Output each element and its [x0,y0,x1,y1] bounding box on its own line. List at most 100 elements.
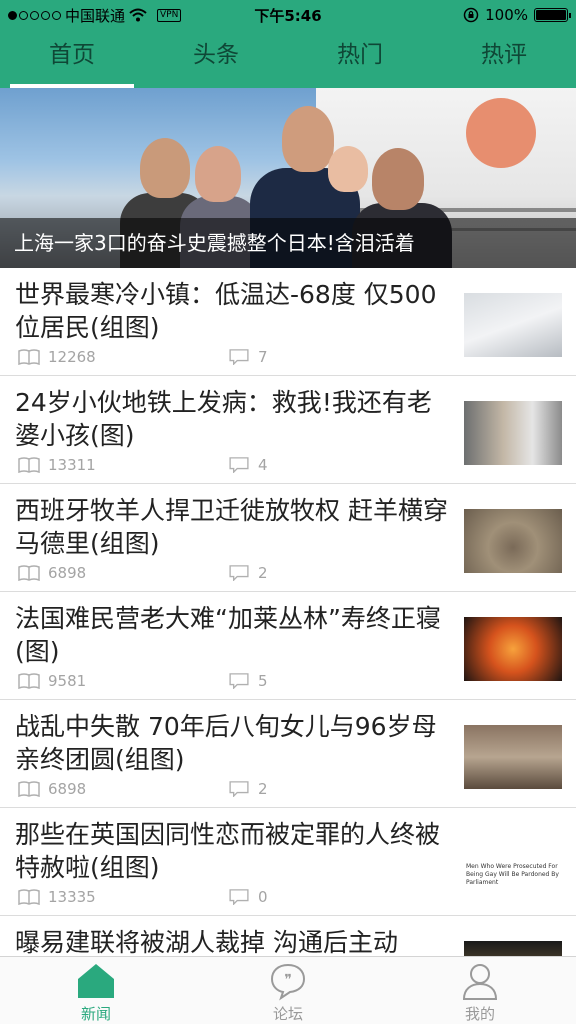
news-thumbnail: Men Who Were Prosecuted For Being Gay Wi… [464,833,562,897]
battery-icon [534,8,571,22]
comment-count: 5 [228,672,268,690]
news-title: 那些在英国因同性恋而被定罪的人终被特赦啦(组图) [15,820,441,882]
view-count: 12268 [18,348,228,366]
comment-count-value: 5 [258,672,268,690]
hero-person-head [328,146,368,192]
news-meta: 13335 0 [18,888,268,906]
list-item[interactable]: 西班牙牧羊人捍卫迁徙放牧权 赶羊横穿马德里(组图) 6898 2 [0,484,576,592]
hero-person-head [140,138,190,198]
news-meta: 9581 5 [18,672,268,690]
comment-count-value: 2 [258,564,268,582]
signal-strength-icon [8,10,61,20]
comment-count-value: 4 [258,456,268,474]
news-title: 24岁小伙地铁上发病：救我!我还有老婆小孩(图) [15,388,432,450]
news-title: 曝易建联将被湖人裁掉 沟通后主动 [15,928,398,956]
list-item[interactable]: 法国难民营老大难“加莱丛林”寿终正寝(图) 9581 5 [0,592,576,700]
list-item[interactable]: 世界最寒冷小镇：低温达-68度 仅500位居民(组图) 12268 7 [0,268,576,376]
view-count-value: 9581 [48,672,87,690]
top-tab-bar: 首页 头条 热门 热评 [0,30,576,88]
battery-percent: 100% [485,6,528,24]
vpn-badge: VPN [157,8,182,22]
nav-label: 新闻 [80,1005,111,1023]
news-title: 法国难民营老大难“加莱丛林”寿终正寝(图) [15,604,441,666]
book-icon [18,457,40,473]
nav-mine[interactable]: 我的 [384,957,576,1024]
comment-count-value: 7 [258,348,268,366]
comment-count: 0 [228,888,268,906]
svg-text:❞: ❞ [284,972,292,988]
list-item[interactable]: 那些在英国因同性恋而被定罪的人终被特赦啦(组图) 13335 0 Men Who… [0,808,576,916]
comment-count: 7 [228,348,268,366]
carrier-label: 中国联通 [65,6,126,25]
news-title: 西班牙牧羊人捍卫迁徙放牧权 赶羊横穿马德里(组图) [15,496,448,558]
tab-popular[interactable]: 热门 [288,30,432,88]
comment-count: 2 [228,780,268,798]
news-title: 世界最寒冷小镇：低温达-68度 仅500位居民(组图) [15,280,437,342]
comment-count: 4 [228,456,268,474]
news-title: 战乱中失散 70年后八旬女儿与96岁母亲终团圆(组图) [15,712,437,774]
person-icon [462,964,498,1000]
news-thumbnail [464,401,562,465]
book-icon [18,349,40,365]
status-bar: 中国联通 VPN 下午5:46 100% [0,0,576,30]
comment-icon [229,349,249,365]
tab-label: 热评 [481,42,527,68]
news-meta: 6898 2 [18,564,268,582]
news-meta: 6898 2 [18,780,268,798]
status-left: 中国联通 VPN [8,5,228,26]
view-count-value: 12268 [48,348,96,366]
news-meta: 12268 7 [18,348,268,366]
comment-icon [229,673,249,689]
view-count: 6898 [18,564,228,582]
news-thumbnail [464,293,562,357]
list-item[interactable]: 曝易建联将被湖人裁掉 沟通后主动 [0,916,576,956]
view-count-value: 13335 [48,888,96,906]
tab-hot-comments[interactable]: 热评 [432,30,576,88]
news-meta: 13311 4 [18,456,268,474]
status-time: 下午5:46 [254,6,322,25]
chat-bubble-icon: ❞ [270,963,306,1001]
view-count-value: 6898 [48,780,87,798]
list-item[interactable]: 24岁小伙地铁上发病：救我!我还有老婆小孩(图) 13311 4 [0,376,576,484]
comment-count-value: 2 [258,780,268,798]
book-icon [18,673,40,689]
book-icon [18,781,40,797]
tab-label: 头条 [193,42,239,68]
tab-headlines[interactable]: 头条 [144,30,288,88]
list-item[interactable]: 战乱中失散 70年后八旬女儿与96岁母亲终团圆(组图) 6898 2 [0,700,576,808]
book-icon [18,889,40,905]
nav-forum[interactable]: ❞ 论坛 [192,957,384,1024]
bottom-tab-bar: 新闻 ❞ 论坛 我的 [0,956,576,1024]
tab-home[interactable]: 首页 [0,30,144,88]
view-count-value: 13311 [48,456,96,474]
home-icon [78,964,114,998]
hero-person-head [195,146,241,202]
tab-label: 首页 [49,42,95,68]
battery-fill [536,10,566,20]
view-count-value: 6898 [48,564,87,582]
hero-person-head [372,148,424,210]
news-thumbnail [464,509,562,573]
nav-label: 论坛 [272,1005,303,1023]
tab-label: 热门 [337,42,383,68]
news-thumbnail [464,941,562,956]
nav-label: 我的 [464,1005,495,1023]
comment-icon [229,781,249,797]
status-right: 100% [348,6,571,24]
hero-banner[interactable]: 上海一家3口的奋斗史震撼整个日本!含泪活着 [0,88,576,268]
comment-icon [229,889,249,905]
hero-caption: 上海一家3口的奋斗史震撼整个日本!含泪活着 [0,218,576,268]
view-count: 6898 [18,780,228,798]
book-icon [18,565,40,581]
nav-news[interactable]: 新闻 [0,957,192,1024]
comment-icon [229,565,249,581]
wifi-icon [129,8,147,22]
comment-icon [229,457,249,473]
view-count: 9581 [18,672,228,690]
view-count: 13335 [18,888,228,906]
thumbnail-caption: Men Who Were Prosecuted For Being Gay Wi… [466,863,559,886]
news-thumbnail [464,725,562,789]
comment-count: 2 [228,564,268,582]
rotation-lock-icon [463,7,479,23]
news-thumbnail [464,617,562,681]
